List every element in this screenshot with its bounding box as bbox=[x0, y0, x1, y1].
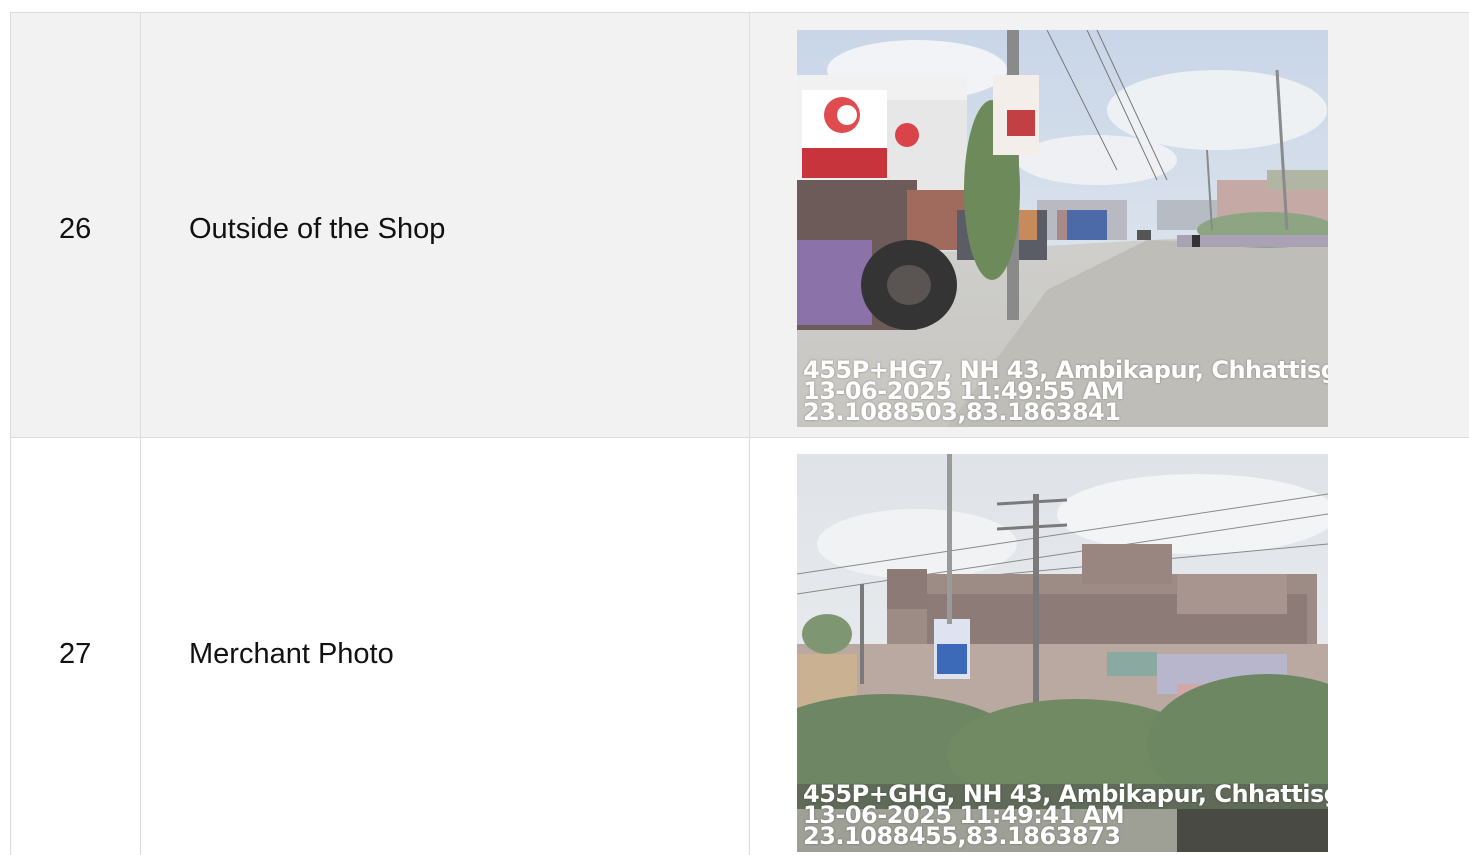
photo-stamp: 455P+GHG, NH 43, Ambikapur, Chhattisgarh… bbox=[803, 782, 1328, 850]
row-description: Merchant Photo bbox=[189, 638, 394, 670]
table-row: 27 Merchant Photo 455P+GHG, NH 43, Ambik… bbox=[11, 438, 1469, 855]
row-description-cell: Merchant Photo bbox=[141, 438, 750, 855]
row-number: 26 bbox=[59, 213, 92, 245]
merchant-photo: 455P+GHG, NH 43, Ambikapur, Chhattisgarh… bbox=[797, 454, 1328, 852]
row-photo-cell: 455P+GHG, NH 43, Ambikapur, Chhattisgarh… bbox=[750, 438, 1469, 855]
photo-stamp: 455P+HG7, NH 43, Ambikapur, Chhattisgarh… bbox=[803, 358, 1328, 426]
stamp-coordinates: 23.1088455,83.1863873 bbox=[803, 822, 1121, 850]
stamp-coordinates: 23.1088503,83.1863841 bbox=[803, 398, 1121, 426]
row-description: Outside of the Shop bbox=[189, 213, 446, 245]
row-number-cell: 27 bbox=[11, 438, 141, 855]
row-number: 27 bbox=[59, 638, 92, 670]
row-number-cell: 26 bbox=[11, 13, 141, 437]
photo-table: 26 Outside of the Shop 455P+HG7, NH 43, … bbox=[10, 12, 1469, 855]
shop-outside-photo: 455P+HG7, NH 43, Ambikapur, Chhattisgarh… bbox=[797, 30, 1328, 427]
table-row: 26 Outside of the Shop 455P+HG7, NH 43, … bbox=[11, 13, 1469, 438]
row-description-cell: Outside of the Shop bbox=[141, 13, 750, 437]
row-photo-cell: 455P+HG7, NH 43, Ambikapur, Chhattisgarh… bbox=[750, 13, 1469, 437]
